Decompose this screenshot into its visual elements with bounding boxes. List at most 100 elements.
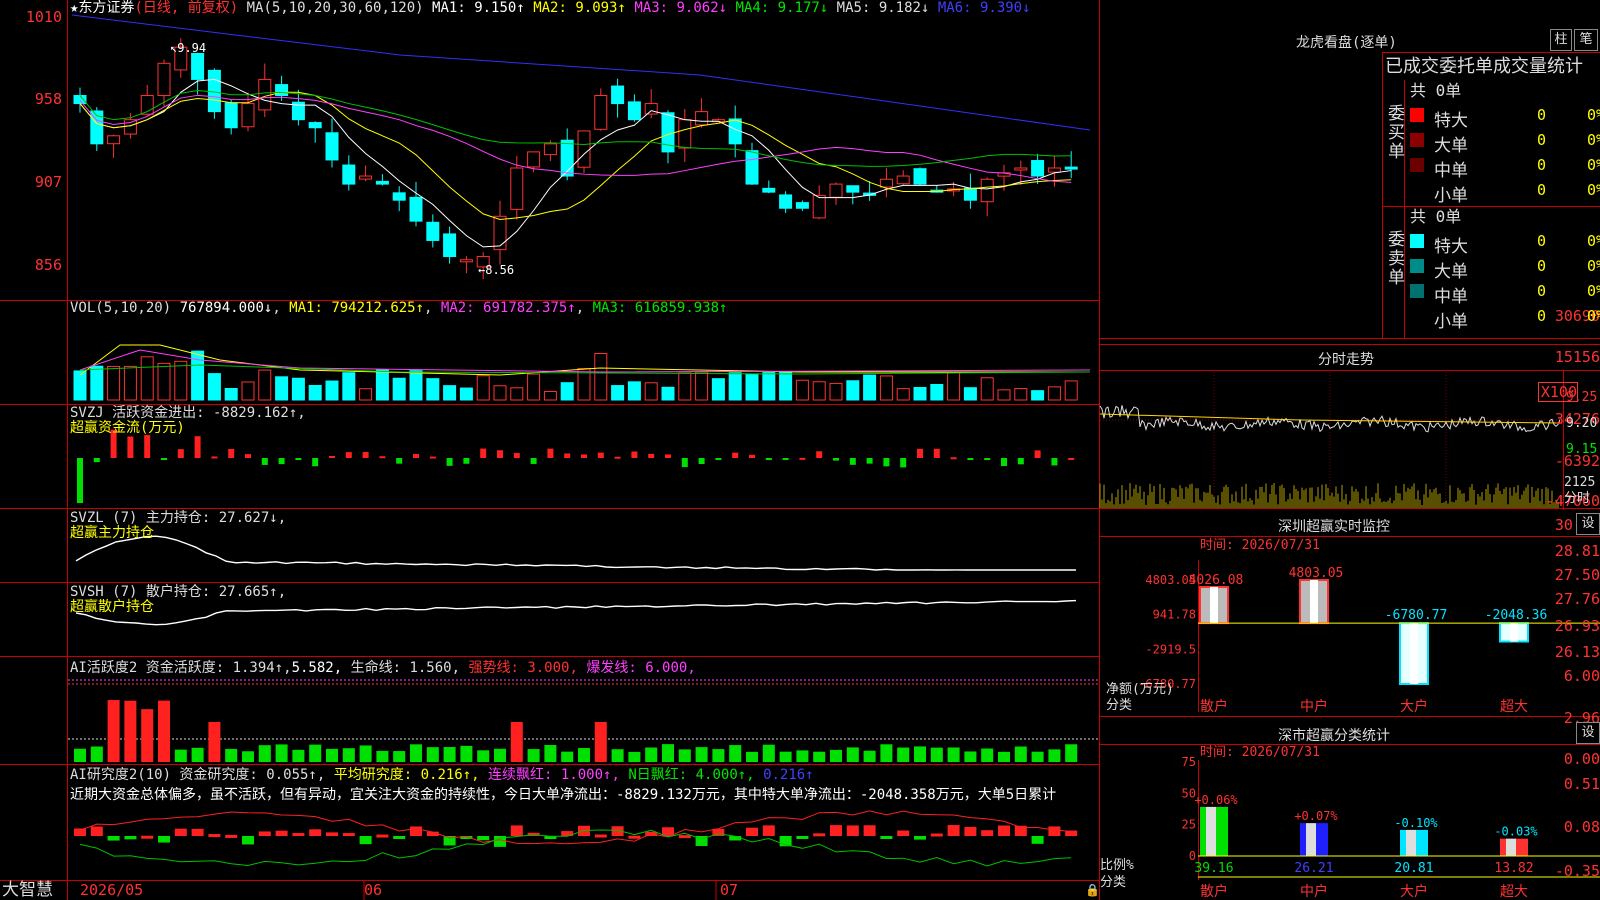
money-flow-bar [564, 453, 571, 458]
candle-body [678, 119, 692, 149]
adjust-mode[interactable]: (日线, 前复权) [134, 0, 238, 16]
activity-bar [225, 748, 238, 762]
money-flow-bar [144, 435, 151, 458]
svzl-tick: 28.81 [1554, 542, 1600, 560]
ai1-tick: 6.00 [1563, 667, 1600, 685]
candle-body [207, 69, 221, 113]
candle-body [1047, 167, 1061, 173]
category-label: 散户 [1200, 698, 1228, 715]
ai2-comment: 近期大资金总体偏多，虽不活跃，但有异动，宜关注大资金的持续性，今日大单净流出：-… [70, 787, 1057, 803]
activity-bar [258, 745, 271, 762]
research-bar [292, 833, 305, 837]
sell-side-label: 委卖单 [1388, 230, 1405, 288]
money-flow-bar [917, 448, 923, 458]
candle-body [1031, 160, 1045, 177]
volume-bar [291, 377, 305, 401]
activity-bar [628, 751, 641, 762]
money-flow-bar [715, 458, 722, 460]
research-bar [762, 825, 775, 836]
candle-body [157, 62, 171, 97]
tick-view-button[interactable]: 笔 [1574, 29, 1598, 51]
value-label: 20.81 [1394, 861, 1433, 876]
activity-bar [594, 722, 607, 762]
volume-bar [1014, 388, 1028, 401]
money-flow-bar [816, 451, 823, 458]
money-flow-bar [1068, 457, 1075, 460]
legend-swatch [1410, 284, 1424, 298]
ai1-header: AI活跃度2 资金活跃度: 1.394↑,5.582, 生命线: 1.560, … [70, 660, 696, 676]
money-flow-bar [681, 458, 688, 468]
axis-tick: 941.78 [1153, 608, 1196, 622]
ma2-value: MA2: 9.093↑ [533, 0, 626, 16]
lock-icon[interactable]: 🔒 [1085, 882, 1100, 898]
brand-logo: 大智慧 [2, 880, 53, 900]
volume-bar [627, 381, 641, 401]
volume-bar [930, 383, 944, 401]
activity-bar [947, 747, 960, 762]
buy-order-section: 委买单 共 0单 特大00% 大单00% 中单00% 小单00% [1388, 81, 1600, 207]
research-bar [275, 830, 288, 836]
money-flow-bar [127, 436, 134, 458]
bar-highlight [1210, 586, 1218, 624]
activity-bar [712, 749, 725, 762]
activity-bar [914, 746, 926, 762]
activity-bar [678, 749, 691, 762]
volume-bar [258, 369, 272, 401]
change-label: -0.10% [1394, 816, 1438, 830]
money-flow-bar [866, 458, 873, 464]
volume-bar [476, 375, 490, 401]
research-bar [846, 825, 859, 836]
candle-body [342, 164, 356, 185]
legend-swatch [1410, 108, 1424, 122]
research-bar [107, 836, 120, 841]
research-bar [796, 836, 809, 839]
volume-bar [459, 387, 473, 401]
classify-settings-button[interactable]: 设 [1576, 722, 1600, 744]
activity-bar [292, 749, 305, 762]
candle-body [812, 194, 826, 219]
activity-bar [426, 747, 439, 762]
bar-view-button[interactable]: 柱 [1550, 29, 1572, 51]
svsh-header: SVSH (7) 散户持仓: 27.665↑, [70, 584, 287, 600]
fenshi-tick: 9.25 [1566, 390, 1598, 405]
sell-order-section: 委卖单 共 0单 特大00% 大单00% 中单00% 小单00% [1388, 207, 1600, 333]
money-flow-bar [984, 458, 991, 460]
kline-chart-canvas[interactable]: 4803.05941.78-2919.5-6780.774026.08散户480… [0, 0, 1600, 900]
activity-bar [477, 750, 490, 762]
volume-bar [527, 373, 541, 401]
category-label: 散户 [1200, 883, 1228, 900]
bar-highlight [1310, 580, 1318, 624]
research-bar [393, 836, 406, 840]
research-bar [410, 826, 422, 836]
monitor-settings-button[interactable]: 设 [1576, 513, 1600, 535]
candle-body [123, 119, 137, 135]
ma6-value: MA6: 9.390↓ [937, 0, 1031, 16]
ma3-value: MA3: 9.062↓ [634, 0, 728, 16]
activity-bar [107, 700, 120, 762]
money-flow-bar [194, 436, 201, 458]
activity-bar [645, 747, 658, 762]
fenshi-price-line [1099, 405, 1561, 433]
sell-total: 共 0单 [1410, 207, 1462, 226]
volume-bar [611, 385, 625, 401]
activity-bar [846, 747, 859, 762]
candle-body [795, 202, 809, 209]
candle-body [1014, 167, 1028, 171]
money-flow-bar [295, 458, 302, 460]
candle-body [325, 132, 339, 161]
volume-bar [90, 365, 104, 401]
retail-line [75, 599, 1077, 626]
activity-bar [544, 745, 557, 762]
activity-bar [746, 751, 758, 762]
research-bar [947, 825, 960, 836]
volume-bar [392, 377, 406, 401]
activity-bar [124, 700, 137, 762]
fenshi-title: 分时走势 [1318, 352, 1374, 368]
value-label: 39.16 [1194, 861, 1233, 876]
activity-bar [527, 749, 540, 762]
money-flow-bar [1034, 450, 1041, 458]
candle-body [879, 178, 893, 188]
research-bar [628, 835, 641, 839]
money-flow-bar [312, 458, 319, 467]
svzl-subtitle: 超赢主力持仓 [70, 525, 154, 541]
